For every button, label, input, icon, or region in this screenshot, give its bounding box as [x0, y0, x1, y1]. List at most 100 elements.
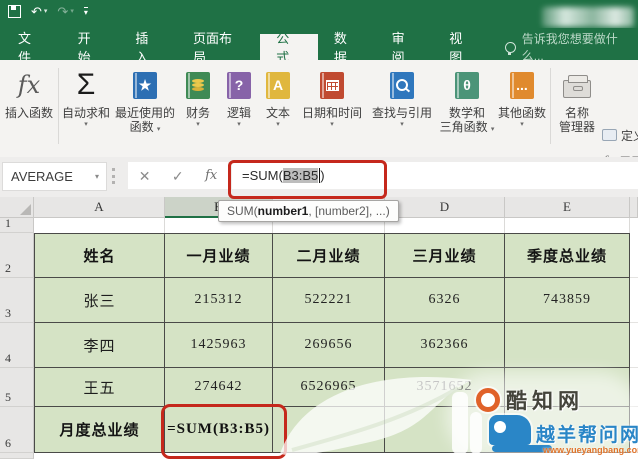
name-manager-button[interactable]: 名称 管理器 [554, 64, 600, 150]
tab-home[interactable]: 开始 [62, 31, 120, 65]
chevron-down-icon: ▾ [400, 121, 404, 128]
math-trig-button[interactable]: θ 数学和 三角函数 ▾ [438, 64, 496, 150]
row-header-6[interactable]: 6 [0, 407, 34, 453]
name-box[interactable]: AVERAGE ▾ [2, 162, 107, 191]
cell-f3[interactable] [630, 278, 638, 323]
tab-review[interactable]: 审阅 [376, 31, 434, 65]
row-header-4[interactable]: 4 [0, 323, 34, 368]
text-functions-button[interactable]: A 文本 ▾ [260, 64, 296, 150]
cell-e3[interactable]: 743859 [505, 278, 630, 323]
sheet-row-7-partial [0, 453, 34, 459]
annotation-cell-b6-box [161, 404, 287, 459]
column-header-e[interactable]: E [505, 197, 630, 218]
save-icon[interactable] [8, 5, 21, 18]
cell-b5[interactable]: 274642 [165, 368, 273, 407]
chevron-down-icon: ▾ [196, 121, 200, 128]
customize-qat-icon[interactable]: ▾ [83, 6, 88, 17]
tab-formulas[interactable]: 公式 [260, 31, 318, 65]
cell-a5[interactable]: 王五 [34, 368, 165, 407]
column-header-d[interactable]: D [385, 197, 505, 218]
tell-me-label: 告诉我您想要做什么... [521, 32, 618, 63]
name-manager-icon [563, 75, 591, 98]
cell-d2[interactable]: 三月业绩 [385, 233, 505, 278]
enter-button[interactable]: ✓ [172, 169, 184, 183]
tooltip-arg-bold: number1 [257, 204, 309, 218]
chevron-down-icon: ▾ [237, 121, 241, 128]
cell-b3[interactable]: 215312 [165, 278, 273, 323]
name-box-value: AVERAGE [11, 169, 73, 184]
tab-insert[interactable]: 插入 [119, 31, 177, 65]
site-url-text: www.yueyangbang.com [543, 445, 638, 455]
row-header-2[interactable]: 2 [0, 233, 34, 278]
kuzhi-logo-text: 酷知网 [506, 390, 584, 413]
column-header-a[interactable]: A [34, 197, 165, 218]
lookup-reference-button[interactable]: 查找与引用 ▾ [368, 64, 436, 150]
tab-data[interactable]: 数据 [318, 31, 376, 65]
cell-c4[interactable]: 269656 [273, 323, 385, 368]
sigma-icon: Σ [76, 68, 96, 101]
chevron-down-icon: ▾ [84, 121, 88, 128]
cell-d3[interactable]: 6326 [385, 278, 505, 323]
more-functions-button[interactable]: ... 其他函数 ▾ [498, 64, 546, 150]
row-header-1[interactable]: 1 [0, 216, 34, 233]
cell-f4[interactable] [630, 323, 638, 368]
column-header-f[interactable] [630, 197, 638, 218]
chevron-down-icon: ▾ [43, 8, 48, 15]
row-header-5[interactable]: 5 [0, 368, 34, 407]
cell-b4[interactable]: 1425963 [165, 323, 273, 368]
cell-a6[interactable]: 月度总业绩 [34, 407, 165, 453]
row-header-7[interactable] [0, 453, 34, 459]
insert-function-fx-button[interactable]: fx [205, 169, 217, 182]
cell-a2[interactable]: 姓名 [34, 233, 165, 278]
cell-e4[interactable] [505, 323, 630, 368]
tab-file[interactable]: 文件 [0, 31, 62, 65]
site-logo-icon [489, 415, 531, 452]
redo-button[interactable]: ↷ ▾ [57, 5, 73, 18]
cell-c3[interactable]: 522221 [273, 278, 385, 323]
math-trig-icon: θ [455, 71, 479, 99]
recently-used-button[interactable]: ★ 最近使用的 函数 ▾ [114, 64, 176, 150]
formula-bar-splitter[interactable] [112, 168, 115, 184]
define-name-button[interactable]: 定义 [602, 126, 638, 144]
chevron-down-icon: ▾ [70, 8, 74, 15]
formula-bar-buttons: ✕ ✓ fx [128, 162, 228, 189]
logical-button[interactable]: ? 逻辑 ▾ [220, 64, 258, 150]
function-tooltip: SUM(number1, [number2], ...) [218, 200, 399, 222]
cell-e2[interactable]: 季度总业绩 [505, 233, 630, 278]
chevron-down-icon: ▾ [156, 126, 161, 133]
cell-a1[interactable] [34, 218, 165, 233]
cell-d4[interactable]: 362366 [385, 323, 505, 368]
select-all-triangle-icon [20, 204, 31, 215]
select-all-corner[interactable] [0, 197, 34, 218]
chevron-down-icon: ▾ [490, 126, 495, 133]
financial-button[interactable]: 财务 ▾ [178, 64, 218, 150]
cell-f2[interactable] [630, 233, 638, 278]
cancel-button[interactable]: ✕ [139, 169, 151, 183]
date-time-icon [320, 71, 344, 99]
chevron-down-icon: ▾ [276, 121, 280, 128]
date-time-button[interactable]: 日期和时间 ▾ [298, 64, 366, 150]
quick-access-toolbar: ↶ ▾ ↷ ▾ ▾ [8, 5, 88, 18]
sheet-row-4: 4 李四 1425963 269656 362366 [0, 323, 638, 368]
tab-view[interactable]: 视图 [433, 31, 491, 65]
cell-a3[interactable]: 张三 [34, 278, 165, 323]
cell-d1[interactable] [385, 218, 505, 233]
watermark-kuzhi: 酷知网 [476, 385, 584, 415]
cell-b2[interactable]: 一月业绩 [165, 233, 273, 278]
cell-c2[interactable]: 二月业绩 [273, 233, 385, 278]
cell-e1[interactable] [505, 218, 630, 233]
tab-page-layout[interactable]: 页面布局 [177, 31, 260, 65]
tell-me-box[interactable]: 告诉我您想要做什么... [504, 32, 638, 63]
watermark-ghost-mark [452, 392, 468, 454]
fx-icon: fx [17, 71, 41, 99]
autosum-button[interactable]: Σ 自动求和 ▾ [60, 64, 112, 150]
cell-a4[interactable]: 李四 [34, 323, 165, 368]
defined-names-cluster: 定义 fx 用于 根据 [602, 126, 638, 157]
lookup-reference-icon [390, 71, 414, 99]
cell-f1[interactable] [630, 218, 638, 233]
insert-function-button[interactable]: fx 插入函数 [2, 64, 56, 150]
title-bar: ↶ ▾ ↷ ▾ ▾ [0, 0, 638, 28]
watermark-leaf [280, 376, 472, 456]
undo-button[interactable]: ↶ ▾ [31, 5, 47, 18]
row-header-3[interactable]: 3 [0, 278, 34, 323]
